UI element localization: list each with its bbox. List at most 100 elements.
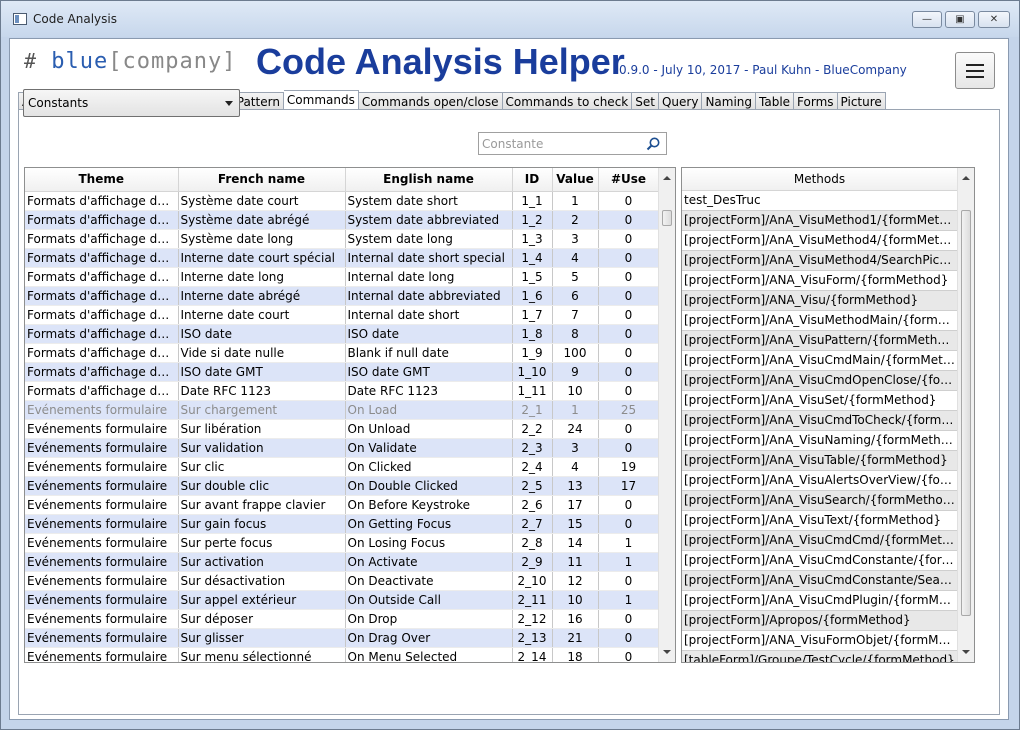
table-cell: On Menu Selected [345,647,513,662]
table-cell: On Clicked [345,457,513,477]
search-input[interactable] [482,135,637,152]
list-item[interactable]: [projectForm]/AnA_VisuCmdConstante/{form… [682,551,958,571]
table-row[interactable]: Evénements formulaire Sur avant frappe cl… [25,495,660,515]
table-row[interactable]: Evénements formulaire Sur appel extérieur… [25,590,660,610]
column-header-theme[interactable]: Theme [25,168,179,192]
table-row[interactable]: Evénements formulaire Sur clic On Clicked 2… [25,457,660,477]
table-row[interactable]: Evénements formulaire Sur double clic On D… [25,476,660,496]
list-item[interactable]: [projectForm]/AnA_VisuMethod4/{formMetho… [682,231,958,251]
scroll-up-icon[interactable] [663,176,671,180]
table-row[interactable]: Evénements formulaire Sur menu sélectionn… [25,647,660,662]
list-item[interactable]: [projectForm]/AnA_VisuCmdPlugin/{formMet… [682,591,958,611]
table-cell: 2_5 [512,476,553,496]
list-item[interactable]: [projectForm]/Apropos/{formMethod} [682,611,958,631]
version-info: 0.9.0 - July 10, 2017 - Paul Kuhn - Blue… [619,63,907,77]
table-cell: Evénements formulaire [25,571,179,591]
table-cell: 21 [552,628,599,648]
table-row[interactable]: Evénements formulaire Sur activation On Ac… [25,552,660,572]
methods-scrollbar-thumb[interactable] [961,210,971,616]
table-cell: 7 [552,305,599,325]
table-row[interactable]: Evénements formulaire Sur déposer On Drop 2… [25,609,660,629]
table-row[interactable]: Evénements formulaire Sur chargement On Lo… [25,400,660,420]
maximize-icon: ▣ [955,14,965,25]
constants-grid[interactable]: Theme French name English name ID Value #Use … [24,167,676,663]
table-row[interactable]: Formats d'affichage des datesDate RFC 11… [25,381,660,401]
search-box[interactable] [478,132,667,155]
grid-scrollbar[interactable] [658,168,675,662]
list-item[interactable]: [projectForm]/AnA_VisuTable/{formMethod} [682,451,958,471]
table-row[interactable]: Evénements formulaire Sur perte focus On L… [25,533,660,553]
list-item[interactable]: [projectForm]/AnA_VisuPattern/{formMetho… [682,331,958,351]
table-cell: 2_8 [512,533,553,553]
list-item[interactable]: [projectForm]/AnA_VisuAlertsOverView/{fo… [682,471,958,491]
table-cell: 1_10 [512,362,553,382]
list-item[interactable]: [projectForm]/AnA_VisuNaming/{formMethod… [682,431,958,451]
title-bar[interactable]: Code Analysis — ▣ ✕ [1,1,1019,37]
table-row[interactable]: Formats d'affichage des datesInterne dat… [25,248,660,268]
list-item[interactable]: [projectForm]/ANA_VisuFormObjet/{formMet… [682,631,958,651]
table-cell: 2_13 [512,628,553,648]
table-cell: 18 [552,647,599,662]
table-cell: Evénements formulaire [25,514,179,534]
table-row[interactable]: Formats d'affichage des datesISO date GM… [25,362,660,382]
table-row[interactable]: Formats d'affichage des datesInterne dat… [25,267,660,287]
grid-header-row: Theme French name English name ID Value #Use [25,168,660,192]
list-item[interactable]: [projectForm]/AnA_VisuMethodMain/{formMe… [682,311,958,331]
list-item[interactable]: [projectForm]/AnA_VisuSet/{formMethod} [682,391,958,411]
table-cell: 2_4 [512,457,553,477]
column-header-english-name[interactable]: English name [345,168,513,192]
table-cell: Système date court [178,191,346,211]
list-item[interactable]: [projectForm]/AnA_VisuText/{formMethod} [682,511,958,531]
table-row[interactable]: Evénements formulaire Sur glisser On Drag … [25,628,660,648]
list-item[interactable]: [projectForm]/AnA_VisuSearch/{formMethod… [682,491,958,511]
table-cell: 0 [598,514,660,534]
table-cell: 4 [552,248,599,268]
column-header-french-name[interactable]: French name [178,168,346,192]
column-header-use[interactable]: #Use [598,168,660,192]
table-row[interactable]: Formats d'affichage des datesSystème dat… [25,229,660,249]
menu-button[interactable] [955,52,995,89]
column-header-value[interactable]: Value [552,168,599,192]
list-item[interactable]: [projectForm]/ANA_Visu/{formMethod} [682,291,958,311]
table-row[interactable]: Evénements formulaire Sur validation On Va… [25,438,660,458]
table-cell: 0 [598,647,660,662]
list-item[interactable]: [projectForm]/AnA_VisuCmdCmd/{formMethod… [682,531,958,551]
scroll-down-icon[interactable] [663,650,671,654]
table-cell: Sur activation [178,552,346,572]
table-row[interactable]: Evénements formulaire Sur désactivation On… [25,571,660,591]
table-row[interactable]: Formats d'affichage des datesInterne dat… [25,305,660,325]
table-cell: 0 [598,191,660,211]
list-item[interactable]: [projectForm]/AnA_VisuCmdToCheck/{formMe… [682,411,958,431]
scroll-down-icon[interactable] [962,650,970,654]
grid-scrollbar-thumb[interactable] [662,210,672,226]
table-row[interactable]: Formats d'affichage des datesVide si dat… [25,343,660,363]
table-cell: 1 [552,191,599,211]
list-item[interactable]: [projectForm]/AnA_VisuCmdMain/{formMetho… [682,351,958,371]
table-row[interactable]: Formats d'affichage des datesSystème dat… [25,210,660,230]
list-item[interactable]: [projectForm]/AnA_VisuMethod4/SearchPick… [682,251,958,271]
category-dropdown[interactable]: Constants [23,89,240,117]
close-button[interactable]: ✕ [978,11,1010,28]
minimize-button[interactable]: — [912,11,942,28]
table-row[interactable]: Formats d'affichage des datesSystème dat… [25,191,660,211]
table-row[interactable]: Evénements formulaire Sur libération On Un… [25,419,660,439]
table-cell: Formats d'affichage des dates [25,286,179,306]
search-icon[interactable] [645,136,661,152]
list-item[interactable]: [projectForm]/ANA_VisuForm/{formMethod} [682,271,958,291]
list-item[interactable]: [projectForm]/AnA_VisuCmdOpenClose/{form… [682,371,958,391]
window-title: Code Analysis [33,12,117,26]
table-row[interactable]: Evénements formulaire Sur gain focus On Ge… [25,514,660,534]
table-row[interactable]: Formats d'affichage des datesInterne dat… [25,286,660,306]
scroll-up-icon[interactable] [962,176,970,180]
list-item[interactable]: [tableForm]/Groupe/TestCycle/{formMethod… [682,651,958,662]
table-cell: 1_5 [512,267,553,287]
list-item[interactable]: [projectForm]/AnA_VisuCmdConstante/Searc… [682,571,958,591]
methods-scrollbar[interactable] [957,168,974,662]
column-header-id[interactable]: ID [512,168,553,192]
table-cell: On Deactivate [345,571,513,591]
methods-list[interactable]: Methods test_DesTruc [projectForm]/AnA_Vi… [681,167,975,663]
list-item[interactable]: test_DesTruc [682,191,958,211]
maximize-button[interactable]: ▣ [945,11,975,28]
list-item[interactable]: [projectForm]/AnA_VisuMethod1/{formMetho… [682,211,958,231]
table-row[interactable]: Formats d'affichage des datesISO dateISO… [25,324,660,344]
